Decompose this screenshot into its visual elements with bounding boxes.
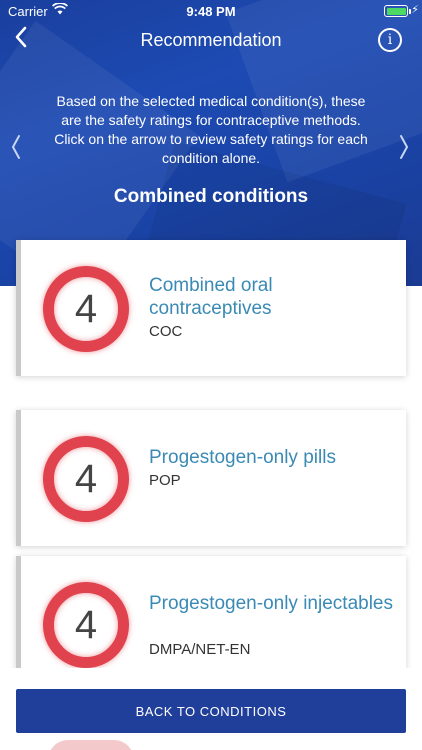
back-to-conditions-button[interactable]: BACK TO CONDITIONS — [16, 689, 406, 733]
safety-rating-value: 4 — [74, 287, 98, 331]
next-card-rating-peek — [48, 740, 134, 750]
info-glyph: i — [387, 32, 393, 48]
method-name: Combined oral contraceptives — [149, 275, 273, 319]
safety-rating-value: 4 — [74, 457, 98, 501]
method-name: Progestogen-only injectables — [149, 593, 393, 614]
info-icon[interactable]: i — [378, 28, 402, 52]
battery-icon — [384, 5, 408, 17]
section-title: Combined conditions — [113, 186, 309, 207]
safety-rating-badge: 4 — [43, 436, 129, 522]
safety-rating-value: 4 — [74, 603, 98, 647]
page-title: Recommendation — [140, 30, 282, 50]
safety-rating-badge: 4 — [43, 582, 129, 668]
intro-text: Based on the selected medical condition(… — [54, 93, 368, 166]
previous-condition-arrow-icon[interactable] — [10, 134, 22, 165]
method-abbreviation: DMPA/NET-EN — [149, 641, 251, 658]
method-card[interactable]: 4 Combined oral contraceptives COC — [16, 240, 406, 376]
navigation-bar: Recommendation i — [0, 22, 422, 62]
charging-bolt-icon: ⚡ — [411, 4, 419, 16]
method-card[interactable]: 4 Progestogen-only pills POP — [16, 410, 406, 546]
next-condition-arrow-icon[interactable] — [398, 134, 410, 165]
safety-rating-badge: 4 — [43, 266, 129, 352]
clock: 9:48 PM — [186, 4, 236, 19]
footer-bar: BACK TO CONDITIONS — [0, 668, 422, 750]
method-abbreviation: POP — [149, 472, 181, 489]
method-abbreviation: COC — [149, 323, 183, 340]
method-name: Progestogen-only pills — [149, 447, 336, 468]
status-bar: Carrier 9:48 PM ⚡ — [0, 0, 422, 22]
